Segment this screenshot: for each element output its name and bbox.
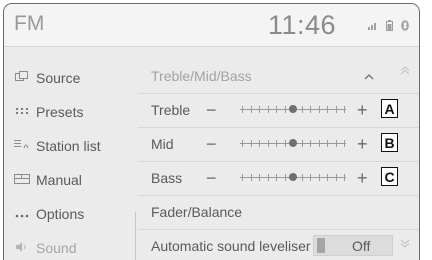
- slider-tick: [310, 140, 311, 147]
- toggle-value: Off: [352, 238, 371, 254]
- slider-tick: [335, 174, 337, 181]
- bass-slider[interactable]: [238, 171, 348, 185]
- fader-balance-label: Fader/Balance: [151, 204, 243, 220]
- mid-increase-button[interactable]: +: [357, 134, 368, 155]
- slider-tick: [318, 174, 320, 181]
- mid-row: Mid − + B: [138, 127, 419, 162]
- phone-battery-icon: [386, 20, 393, 34]
- sidebar-item-label: Sound: [36, 240, 77, 256]
- sidebar-item-label: Options: [36, 206, 85, 222]
- slider-tick: [318, 106, 320, 113]
- slider-tick: [310, 174, 311, 181]
- slider-tick: [250, 174, 252, 181]
- slider-tick: [267, 140, 269, 147]
- callout-label: A: [381, 99, 398, 118]
- sidebar-item-label: Source: [36, 70, 81, 86]
- slider-tick: [242, 106, 243, 113]
- slider-tick: [250, 140, 252, 147]
- section-title: Treble/Mid/Bass: [151, 68, 252, 84]
- sidebar: Source Presets Station list Manual Optio…: [4, 47, 130, 260]
- mid-decrease-button[interactable]: −: [206, 134, 217, 155]
- slider-tick: [259, 106, 260, 113]
- slider-label: Bass: [151, 170, 183, 186]
- sidebar-item-label: Presets: [36, 104, 84, 120]
- bass-row: Bass − + C: [138, 161, 419, 196]
- section-header-treble-mid-bass[interactable]: Treble/Mid/Bass: [138, 59, 419, 94]
- bass-decrease-button[interactable]: −: [206, 168, 217, 189]
- slider-tick: [276, 140, 277, 147]
- treble-increase-button[interactable]: +: [357, 100, 368, 121]
- slider-tick: [276, 174, 277, 181]
- bluetooth-icon: [401, 20, 409, 34]
- sidebar-item-source[interactable]: Source: [4, 61, 130, 95]
- current-source-label: FM: [14, 12, 45, 35]
- slider-knob[interactable]: [289, 173, 297, 181]
- slider-tick: [259, 140, 260, 147]
- chevron-up-icon[interactable]: [364, 67, 374, 83]
- slider-knob[interactable]: [289, 139, 297, 147]
- slider-tick: [301, 140, 303, 147]
- slider-tick: [344, 174, 345, 181]
- sound-settings-panel: Treble/Mid/Bass Treble − + A Mid − + B B…: [138, 47, 419, 260]
- source-icon: [4, 70, 36, 86]
- scroll-up-icon[interactable]: [400, 66, 410, 75]
- status-icons: [368, 20, 409, 34]
- slider-tick: [318, 140, 320, 147]
- slider-tick: [327, 140, 328, 147]
- sidebar-divider: [135, 212, 136, 260]
- slider-tick: [242, 174, 243, 181]
- slider-tick: [250, 106, 252, 113]
- slider-tick: [301, 106, 303, 113]
- auto-leveliser-row: Automatic sound leveliser Off: [138, 229, 419, 260]
- treble-row: Treble − + A: [138, 93, 419, 128]
- sidebar-item-options[interactable]: Options: [4, 197, 130, 231]
- station-list-icon: [4, 139, 36, 153]
- slider-tick: [242, 140, 243, 147]
- toggle-indicator: [317, 238, 325, 253]
- slider-tick: [301, 174, 303, 181]
- slider-label: Mid: [151, 136, 174, 152]
- slider-tick: [267, 174, 269, 181]
- slider-tick: [284, 140, 286, 147]
- sidebar-item-label: Manual: [36, 172, 82, 188]
- head-unit-screen: FM 11:46 Source Presets Station list Man…: [3, 3, 420, 260]
- slider-tick: [284, 174, 286, 181]
- treble-decrease-button[interactable]: −: [206, 100, 217, 121]
- slider-tick: [335, 140, 337, 147]
- sound-icon: [4, 241, 36, 255]
- presets-icon: [4, 105, 36, 119]
- slider-tick: [259, 174, 260, 181]
- slider-label: Treble: [151, 102, 191, 118]
- sidebar-item-presets[interactable]: Presets: [4, 95, 130, 129]
- fader-balance-row[interactable]: Fader/Balance: [138, 195, 419, 230]
- auto-leveliser-label: Automatic sound leveliser: [151, 238, 311, 254]
- sidebar-item-sound[interactable]: Sound: [4, 231, 130, 260]
- slider-tick: [267, 106, 269, 113]
- manual-icon: [4, 173, 36, 187]
- status-bar: FM 11:46: [4, 4, 419, 47]
- auto-leveliser-toggle[interactable]: Off: [313, 235, 393, 256]
- sidebar-item-station-list[interactable]: Station list: [4, 129, 130, 163]
- signal-icon: [368, 21, 378, 33]
- treble-slider[interactable]: [238, 103, 348, 117]
- slider-tick: [344, 140, 345, 147]
- callout-label: C: [381, 167, 398, 186]
- slider-tick: [276, 106, 277, 113]
- slider-tick: [327, 106, 328, 113]
- sidebar-item-manual[interactable]: Manual: [4, 163, 130, 197]
- slider-tick: [284, 106, 286, 113]
- callout-label: B: [381, 133, 398, 152]
- slider-tick: [344, 106, 345, 113]
- slider-knob[interactable]: [289, 105, 297, 113]
- slider-tick: [310, 106, 311, 113]
- scroll-down-icon[interactable]: [400, 239, 410, 248]
- mid-slider[interactable]: [238, 137, 348, 151]
- slider-tick: [335, 106, 337, 113]
- clock: 11:46: [268, 10, 337, 40]
- bass-increase-button[interactable]: +: [357, 168, 368, 189]
- options-icon: [4, 207, 36, 221]
- slider-tick: [327, 174, 328, 181]
- sidebar-item-label: Station list: [36, 138, 101, 154]
